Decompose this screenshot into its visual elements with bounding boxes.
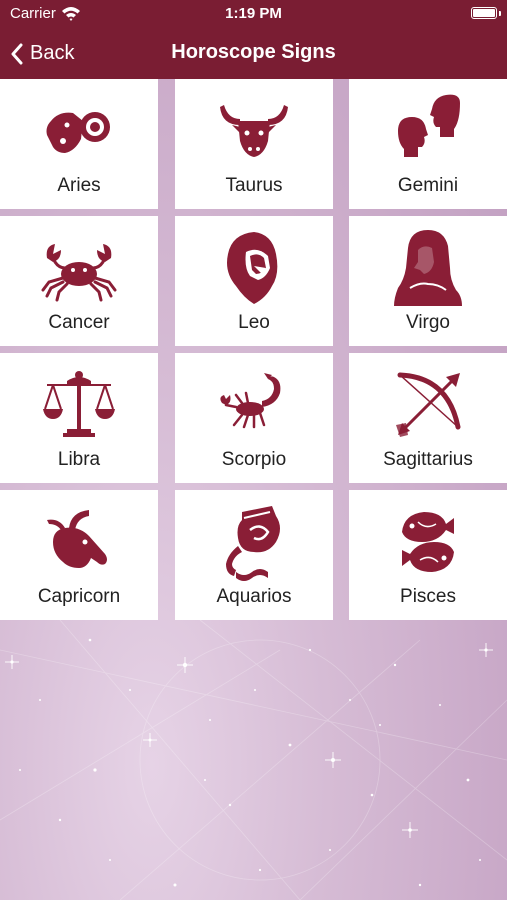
sign-label: Aquarios [216, 586, 292, 607]
battery-icon [471, 7, 497, 19]
twins-icon [398, 94, 460, 157]
sign-label: Virgo [405, 312, 450, 333]
bow-arrow-icon [396, 372, 461, 437]
sign-cell-taurus[interactable]: Taurus [175, 79, 333, 209]
ram-icon [46, 112, 110, 153]
sign-cell-libra[interactable]: Libra [0, 353, 158, 483]
maiden-icon [394, 230, 462, 306]
bull-icon [220, 105, 288, 157]
chevron-left-icon [11, 43, 23, 64]
sign-cell-aries[interactable]: Aries [0, 79, 158, 209]
scorpion-icon [220, 373, 281, 429]
sign-cell-pisces[interactable]: Pisces [349, 490, 507, 620]
sign-label: Aries [57, 175, 101, 196]
sign-label: Scorpio [221, 449, 287, 470]
clock: 1:19 PM [225, 5, 282, 22]
sign-label: Pisces [400, 586, 456, 607]
back-button[interactable]: Back [10, 28, 74, 79]
sign-cell-scorpio[interactable]: Scorpio [175, 353, 333, 483]
back-label: Back [30, 42, 75, 64]
sign-label: Libra [57, 449, 101, 470]
sign-cell-cancer[interactable]: Cancer [0, 216, 158, 346]
sign-label: Leo [238, 312, 270, 333]
sign-cell-aquarios[interactable]: Aquarios [175, 490, 333, 620]
sign-cell-gemini[interactable]: Gemini [349, 79, 507, 209]
water-urn-icon [226, 506, 280, 581]
sign-cell-virgo[interactable]: Virgo [349, 216, 507, 346]
scales-icon [43, 371, 115, 437]
sign-label: Taurus [225, 175, 283, 196]
page-title: Horoscope Signs [171, 41, 336, 63]
sign-label: Capricorn [37, 586, 121, 607]
fish-icon [402, 512, 454, 572]
goat-icon [47, 510, 107, 568]
sign-label: Cancer [48, 312, 110, 333]
sign-cell-capricorn[interactable]: Capricorn [0, 490, 158, 620]
status-bar: Carrier 1:19 PM [0, 0, 507, 28]
crab-icon [41, 244, 117, 302]
lion-icon [227, 232, 278, 304]
battery-tip [499, 11, 501, 16]
sign-label: Gemini [397, 175, 459, 196]
sign-label: Sagittarius [383, 449, 473, 470]
sign-cell-leo[interactable]: Leo [175, 216, 333, 346]
navigation-bar: Horoscope Signs Back [0, 28, 507, 79]
sign-cell-sagittarius[interactable]: Sagittarius [349, 353, 507, 483]
